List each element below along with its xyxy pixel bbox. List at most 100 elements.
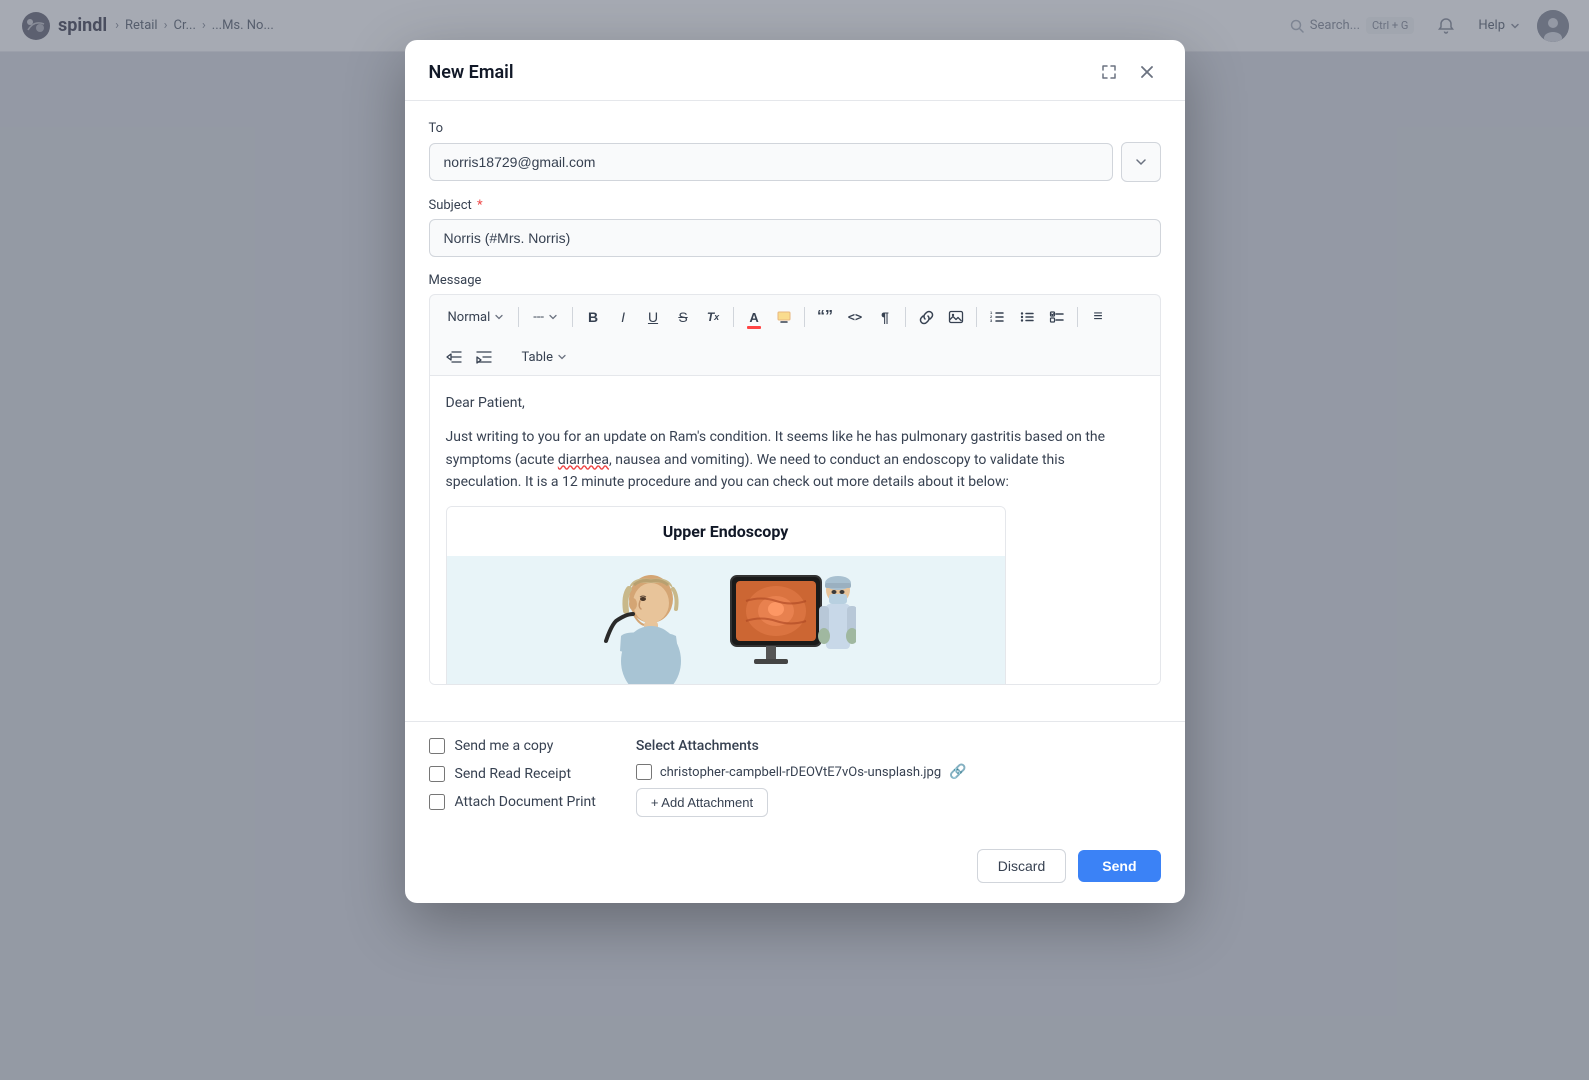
- embedded-image-card: Upper Endoscopy: [446, 506, 1006, 685]
- task-list-button[interactable]: [1043, 303, 1071, 331]
- separator-select[interactable]: ---: [525, 306, 566, 329]
- unordered-list-button[interactable]: [1013, 303, 1041, 331]
- attachment-item: christopher-campbell-rDEOVtE7vOs-unsplas…: [636, 764, 1161, 780]
- to-field: To: [429, 121, 1161, 182]
- paragraph-button[interactable]: ¶: [871, 303, 899, 331]
- highlight-button[interactable]: [770, 303, 798, 331]
- font-color-icon: A: [749, 310, 758, 325]
- embedded-image-body: [447, 556, 1005, 685]
- toolbar-divider-7: [1077, 307, 1078, 327]
- read-receipt-label[interactable]: Send Read Receipt: [455, 766, 572, 782]
- misspelled-word: diarrhea: [558, 452, 609, 468]
- modal-header: New Email: [405, 40, 1185, 101]
- subject-input[interactable]: [429, 219, 1161, 257]
- expand-icon: [1101, 64, 1117, 80]
- link-icon: [919, 310, 934, 325]
- modal-actions: Discard Send: [405, 833, 1185, 903]
- modal-title: New Email: [429, 62, 514, 83]
- attachment-link-icon: 🔗: [949, 764, 966, 780]
- modal-footer: Send me a copy Send Read Receipt Attach …: [405, 721, 1185, 833]
- subject-label: Subject *: [429, 198, 1161, 213]
- toolbar-divider-5: [905, 307, 906, 327]
- blockquote-button[interactable]: “”: [811, 303, 839, 331]
- italic-button[interactable]: I: [609, 303, 637, 331]
- outdent-button[interactable]: [440, 343, 468, 371]
- attach-print-label[interactable]: Attach Document Print: [455, 794, 596, 810]
- read-receipt-checkbox[interactable]: [429, 766, 445, 782]
- modal-overlay: New Email To: [0, 0, 1589, 1080]
- greeting-paragraph: Dear Patient,: [446, 392, 1144, 414]
- add-attachment-button[interactable]: + Add Attachment: [636, 788, 768, 817]
- add-attachment-label: + Add Attachment: [651, 795, 753, 810]
- attach-print-checkbox[interactable]: [429, 794, 445, 810]
- unordered-list-icon: [1019, 309, 1035, 325]
- toolbar-divider-2: [572, 307, 573, 327]
- checkboxes-column: Send me a copy Send Read Receipt Attach …: [429, 738, 596, 817]
- to-dropdown-button[interactable]: [1121, 142, 1161, 182]
- required-indicator: *: [477, 198, 483, 213]
- to-input[interactable]: [429, 143, 1113, 181]
- style-select[interactable]: Normal: [440, 306, 513, 329]
- message-label: Message: [429, 273, 1161, 288]
- style-select-value: Normal: [448, 310, 491, 325]
- code-button[interactable]: <>: [841, 303, 869, 331]
- attachments-label: Select Attachments: [636, 738, 1161, 754]
- font-color-indicator: [747, 326, 761, 329]
- send-copy-label[interactable]: Send me a copy: [455, 738, 554, 754]
- table-chevron-icon: [557, 352, 567, 362]
- email-compose-modal: New Email To: [405, 40, 1185, 903]
- modal-body: To Subject *: [405, 101, 1185, 721]
- modal-header-actions: [1095, 58, 1161, 86]
- read-receipt-row: Send Read Receipt: [429, 766, 596, 782]
- send-copy-row: Send me a copy: [429, 738, 596, 754]
- close-icon: [1139, 64, 1155, 80]
- link-button[interactable]: [912, 303, 940, 331]
- toolbar: Normal --- B I U: [429, 294, 1161, 339]
- attach-print-row: Attach Document Print: [429, 794, 596, 810]
- ordered-list-icon: 1 2 3: [989, 309, 1005, 325]
- body-paragraph: Just writing to you for an update on Ram…: [446, 426, 1144, 493]
- close-button[interactable]: [1133, 58, 1161, 86]
- underline-button[interactable]: U: [639, 303, 667, 331]
- table-select[interactable]: Table: [514, 346, 575, 369]
- attachment-checkbox[interactable]: [636, 764, 652, 780]
- task-list-icon: [1049, 309, 1065, 325]
- toolbar-divider-3: [733, 307, 734, 327]
- expand-button[interactable]: [1095, 58, 1123, 86]
- align-button[interactable]: ≡: [1084, 303, 1112, 331]
- subject-field: Subject *: [429, 198, 1161, 257]
- clear-format-button[interactable]: Tx: [699, 303, 727, 331]
- table-label: Table: [522, 350, 553, 365]
- send-copy-checkbox[interactable]: [429, 738, 445, 754]
- bold-button[interactable]: B: [579, 303, 607, 331]
- toolbar-divider-1: [518, 307, 519, 327]
- attachments-column: Select Attachments christopher-campbell-…: [636, 738, 1161, 817]
- message-field: Message Normal ---: [429, 273, 1161, 685]
- svg-text:3: 3: [990, 318, 993, 323]
- indent-icon: [476, 350, 492, 364]
- chevron-down-icon: [1134, 155, 1148, 169]
- indent-button[interactable]: [470, 343, 498, 371]
- send-button[interactable]: Send: [1078, 850, 1160, 882]
- to-row: [429, 142, 1161, 182]
- toolbar-divider-4: [804, 307, 805, 327]
- discard-button[interactable]: Discard: [977, 849, 1066, 883]
- toolbar-row2: Table: [429, 339, 1161, 375]
- image-button[interactable]: [942, 303, 970, 331]
- attachment-filename[interactable]: christopher-campbell-rDEOVtE7vOs-unsplas…: [660, 765, 941, 780]
- to-label: To: [429, 121, 1161, 136]
- patient-illustration: [596, 571, 706, 685]
- endoscopy-monitor-illustration: [726, 571, 856, 685]
- image-icon: [948, 309, 964, 325]
- separator-chevron-icon: [548, 312, 558, 322]
- highlight-icon: [776, 309, 792, 325]
- toolbar-divider-6: [976, 307, 977, 327]
- message-content-area[interactable]: Dear Patient, Just writing to you for an…: [429, 375, 1161, 685]
- font-color-button[interactable]: A: [740, 303, 768, 331]
- strikethrough-button[interactable]: S: [669, 303, 697, 331]
- style-select-chevron-icon: [494, 312, 504, 322]
- outdent-icon: [446, 350, 462, 364]
- separator-value: ---: [533, 310, 544, 325]
- ordered-list-button[interactable]: 1 2 3: [983, 303, 1011, 331]
- embedded-image-title: Upper Endoscopy: [447, 507, 1005, 557]
